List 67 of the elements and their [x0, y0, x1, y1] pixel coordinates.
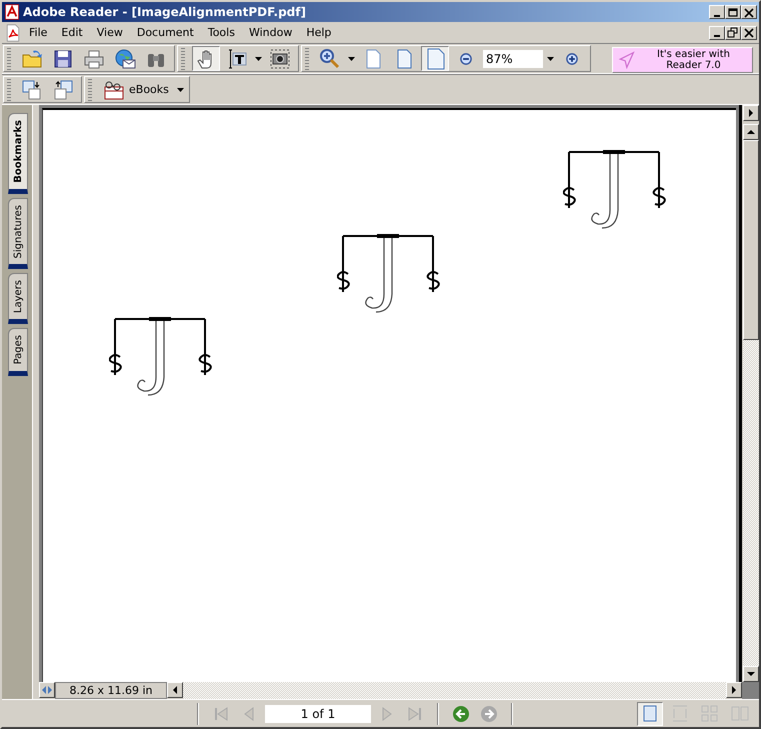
menu-item[interactable]: Tools	[200, 24, 242, 41]
restore-button[interactable]	[725, 26, 741, 40]
zoom-field[interactable]: 87%	[483, 50, 543, 68]
side-tab[interactable]: Layers	[8, 273, 28, 324]
left-arrow-icon	[171, 686, 179, 694]
continuous-facing-icon	[700, 704, 720, 723]
minimize-icon	[714, 14, 720, 16]
book-glasses-icon	[103, 78, 125, 100]
double-arrow-icon	[42, 686, 52, 694]
caret-icon[interactable]	[546, 56, 555, 62]
document-icon	[4, 24, 22, 42]
ebooks-button[interactable]: eBooks	[99, 77, 173, 102]
caret-icon[interactable]	[347, 56, 356, 62]
caret-icon[interactable]	[254, 56, 263, 62]
arrow-icon	[617, 51, 635, 69]
close-icon	[743, 27, 755, 38]
menu-item[interactable]: File	[22, 24, 54, 41]
globe-envelope-icon	[114, 48, 136, 70]
restore-icon	[727, 27, 739, 38]
menu-item[interactable]: View	[90, 24, 130, 41]
rotate-counterclockwise-icon	[52, 78, 74, 100]
side-tab[interactable]: Signatures	[8, 198, 28, 270]
minimize-button[interactable]	[709, 5, 725, 19]
side-tab[interactable]: Pages	[8, 328, 28, 376]
up-arrow-icon	[747, 128, 755, 136]
caret-icon[interactable]	[176, 86, 185, 92]
minimize-button[interactable]	[709, 26, 725, 40]
magnifier-icon	[319, 48, 341, 70]
split-handle[interactable]	[39, 682, 55, 698]
menu-item[interactable]: Edit	[54, 24, 90, 41]
close-button[interactable]	[741, 5, 757, 19]
close-icon	[743, 6, 755, 18]
window-title: Adobe Reader - [ImageAlignmentPDF.pdf]	[23, 5, 307, 19]
first-page-icon	[212, 704, 230, 722]
minimize-icon	[714, 35, 720, 37]
toolbar-button[interactable]	[192, 46, 220, 71]
folder-icon	[21, 48, 43, 70]
scroll-down-button[interactable]	[743, 666, 759, 682]
scroll-right-button[interactable]	[726, 682, 742, 698]
menu-item[interactable]: Window	[242, 24, 300, 41]
right-arrow-icon	[730, 686, 738, 694]
printer-icon	[83, 48, 105, 70]
maximize-icon	[727, 6, 739, 18]
close-button[interactable]	[741, 26, 757, 40]
side-tab[interactable]: Bookmarks	[8, 113, 28, 194]
scrollbar-thumb[interactable]	[743, 140, 759, 340]
menu-item[interactable]: Document	[130, 24, 201, 41]
scroll-up-button[interactable]	[743, 124, 759, 140]
down-arrow-icon	[747, 670, 755, 678]
facing-icon	[730, 704, 750, 723]
rotate-clockwise-icon	[21, 78, 43, 100]
page-number-field[interactable]: 1 of 1	[265, 704, 371, 722]
scroll-left-button[interactable]	[167, 682, 183, 698]
scroll-right-button[interactable]	[743, 105, 759, 121]
menu-item[interactable]: Help	[299, 24, 338, 41]
zoom-in-icon	[564, 50, 580, 66]
right-arrow-icon	[747, 109, 755, 117]
last-page-icon	[406, 704, 424, 722]
continuous-icon	[670, 704, 690, 723]
maximize-button[interactable]	[725, 5, 741, 19]
camera-icon	[269, 48, 291, 70]
zoom-out-icon	[458, 50, 474, 66]
app-logo-icon	[4, 4, 20, 20]
text-select-icon	[226, 48, 248, 70]
page-size-label: 8.26 x 11.69 in	[55, 682, 167, 699]
single-page-button[interactable]	[637, 702, 663, 726]
promo-button[interactable]: It's easier with Reader 7.0	[612, 47, 753, 73]
